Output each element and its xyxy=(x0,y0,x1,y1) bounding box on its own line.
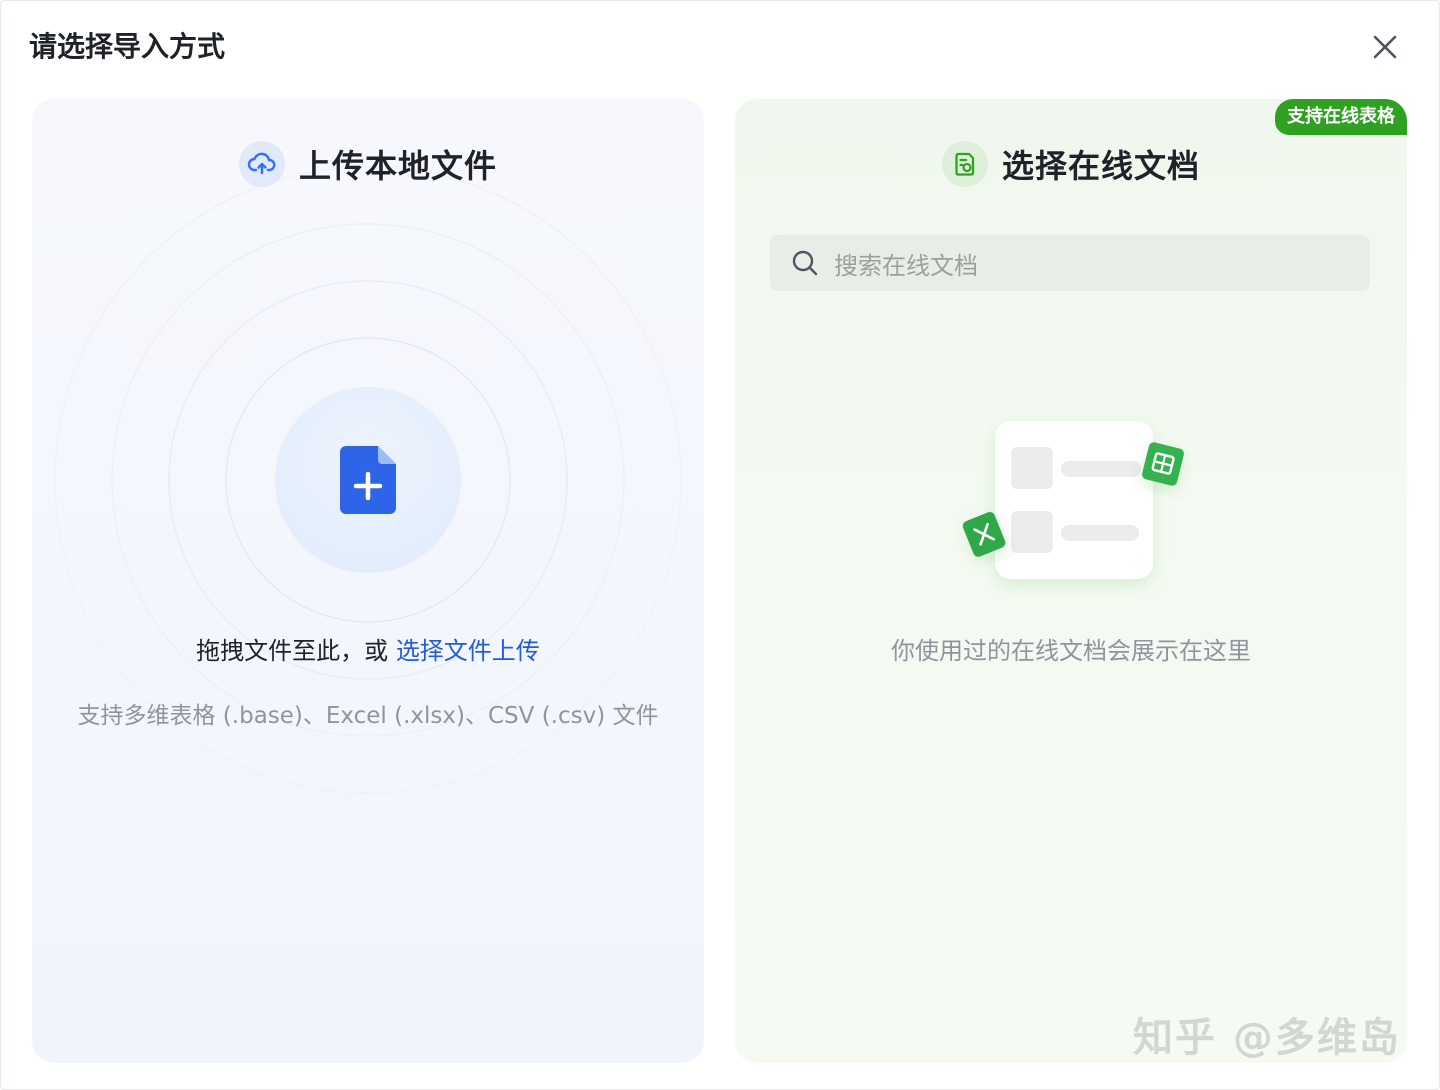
search-icon xyxy=(792,250,818,276)
local-upload-panel[interactable]: 上传本地文件 拖拽文件至此，或 选择文件上传 支持多维表格 (.base)、Ex… xyxy=(32,99,704,1063)
close-icon xyxy=(1373,35,1397,59)
import-dialog: 请选择导入方式 上传本地文件 拖拽文件至此，或 选择文件上传 支持多维表格 (.… xyxy=(0,0,1440,1090)
upload-drop-zone[interactable] xyxy=(275,387,461,573)
supported-formats-text: 支持多维表格 (.base)、Excel (.xlsx)、CSV (.csv) … xyxy=(77,703,659,729)
document-icon xyxy=(941,141,988,187)
online-docs-panel: 支持在线表格 选择在线文档 搜索在线文档 你使用过的在线文档会展示在这里 xyxy=(735,99,1407,1063)
empty-state-illustration xyxy=(962,421,1185,579)
drag-instruction: 拖拽文件至此，或 选择文件上传 xyxy=(32,634,704,668)
online-docs-heading: 选择在线文档 xyxy=(735,141,1407,187)
search-input[interactable]: 搜索在线文档 xyxy=(770,235,1370,291)
cloud-upload-icon xyxy=(238,141,285,187)
online-sheet-badge: 支持在线表格 xyxy=(1275,99,1407,135)
search-placeholder: 搜索在线文档 xyxy=(834,251,978,280)
file-add-icon xyxy=(340,446,396,514)
empty-state-text: 你使用过的在线文档会展示在这里 xyxy=(891,637,1251,665)
online-docs-title: 选择在线文档 xyxy=(1001,147,1200,185)
decorative-rings xyxy=(54,166,682,794)
select-file-link[interactable]: 选择文件上传 xyxy=(396,637,540,665)
watermark: 知乎 @多维岛 xyxy=(1133,1015,1401,1061)
local-upload-title: 上传本地文件 xyxy=(298,147,497,185)
dialog-title: 请选择导入方式 xyxy=(29,30,226,63)
close-button[interactable] xyxy=(1367,29,1403,65)
local-upload-heading: 上传本地文件 xyxy=(32,141,704,187)
drag-text: 拖拽文件至此，或 xyxy=(196,637,396,665)
